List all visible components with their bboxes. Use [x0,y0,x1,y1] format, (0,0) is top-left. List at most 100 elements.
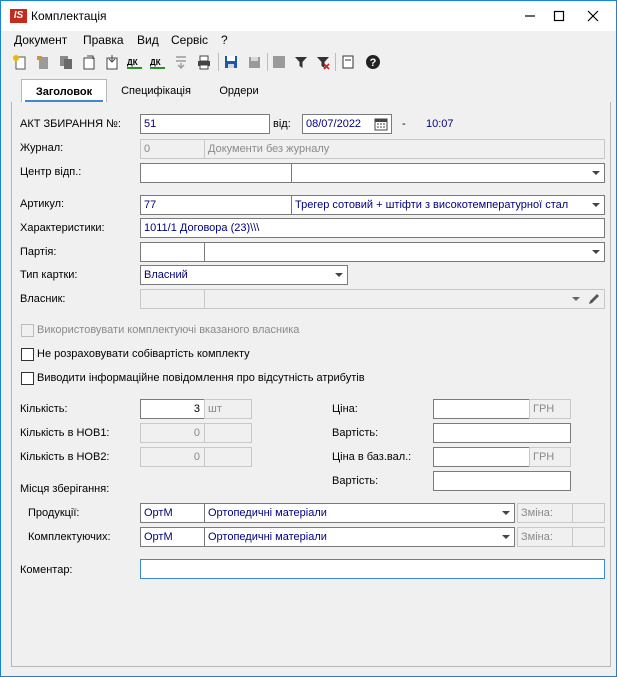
maximize-button[interactable] [546,1,572,31]
no-cost-calc-checkbox[interactable] [21,348,34,361]
filter-icon[interactable] [291,52,311,72]
gray-square-icon[interactable] [269,52,289,72]
chevron-down-icon[interactable] [335,273,343,277]
edit-icon[interactable] [33,52,53,72]
copy-icon[interactable] [56,52,76,72]
card-type-value: Власний [144,269,188,281]
menu-view[interactable]: Вид [137,33,159,47]
article-name-select[interactable]: Трегер сотовий + штіфти з високотемперат… [291,195,605,215]
article-code-input[interactable]: 77 [140,195,292,215]
products-storage-label: Продукції: [28,507,80,519]
print-icon[interactable] [194,52,214,72]
quantity-label: Кількість: [20,403,68,415]
menu-service[interactable]: Сервіс [171,33,208,47]
price-base-input[interactable] [433,447,530,467]
price-label: Ціна: [332,403,358,415]
chevron-down-icon[interactable] [502,535,510,539]
quantity-nov1-field: 0 [140,423,205,443]
comment-input[interactable] [140,559,605,579]
quantity-nov1-label: Кількість в НОВ1: [20,427,110,439]
minimize-button[interactable] [517,1,543,31]
pencil-icon[interactable] [587,292,601,308]
components-storage-select[interactable]: Ортопедичні матеріали [204,527,515,547]
batch-label: Партія: [20,246,57,258]
card-type-select[interactable]: Власний [140,265,348,285]
menu-help[interactable]: ? [221,33,228,47]
svg-text:?: ? [370,57,377,69]
journal-label: Журнал: [20,142,64,154]
clone-icon[interactable] [79,52,99,72]
help-icon[interactable]: ? [363,52,383,72]
save-all-icon[interactable] [244,52,264,72]
time-value: 10:07 [426,118,454,130]
quantity-unit-field: шт [204,399,252,419]
chevron-down-icon[interactable] [592,203,600,207]
storage-label: Місця зберігання: [20,483,110,495]
characteristics-input[interactable]: 1011/1 Договора (23)\\\ [140,218,605,238]
batch-code-input[interactable] [140,242,205,262]
date-value: 08/07/2022 [306,118,362,130]
use-owner-components-label: Використовувати комплектуючі вказаного в… [37,324,300,336]
clear-filter-icon[interactable] [313,52,333,72]
components-storage-label: Комплектуючих: [28,531,111,543]
chevron-down-icon [572,297,580,301]
act-number-input[interactable]: 51 [140,114,270,134]
price-input[interactable] [433,399,530,419]
toolbar-separator [335,53,336,71]
article-name-value: Трегер сотовий + штіфти з високотемперат… [295,199,569,211]
menu-bar: Документ Правка Вид Сервіс ? [1,31,616,50]
use-owner-components-checkbox[interactable] [21,324,34,337]
close-button[interactable] [580,1,606,31]
minimize-icon [525,15,535,17]
show-info-message-checkbox[interactable] [21,372,34,385]
products-change-field [572,503,605,523]
cost-label: Вартість: [332,427,379,439]
add-document-icon[interactable] [10,52,30,72]
cost-base-input[interactable] [433,471,571,491]
import-icon[interactable] [102,52,122,72]
date-from-label: від: [273,118,291,130]
toolbar-separator [218,53,219,71]
components-storage-code-input[interactable]: ОртМ [140,527,205,547]
date-input[interactable]: 08/07/2022 [302,114,392,134]
chevron-down-icon[interactable] [502,511,510,515]
header-panel: АКТ ЗБИРАННЯ №: 51 від: 08/07/2022 - 10:… [11,102,611,667]
products-storage-select[interactable]: Ортопедичні матеріали [204,503,515,523]
window-title: Комплектація [31,9,107,23]
dk-down-icon[interactable]: ДК [148,52,168,72]
quantity-input[interactable]: 3 [140,399,205,419]
owner-code-field [140,289,205,309]
title-bar: IS Комплектація [1,1,616,31]
menu-edit[interactable]: Правка [83,33,124,47]
save-icon[interactable] [221,52,241,72]
calendar-icon[interactable] [374,117,388,133]
chevron-down-icon[interactable] [592,171,600,175]
menu-document[interactable]: Документ [14,33,67,47]
components-change-label: Зміна: [517,527,573,547]
cost-input[interactable] [433,423,571,443]
toolbar: ДК ДК ? [1,50,616,74]
products-storage-name: Ортопедичні матеріали [208,507,327,519]
batch-name-select[interactable] [204,242,605,262]
tab-bar: Заголовок Специфікація Ордери [11,79,611,103]
price-base-label: Ціна в баз.вал.: [332,451,412,463]
app-logo-icon: IS [10,9,27,23]
tab-orders[interactable]: Ордери [206,79,272,103]
act-number-label: АКТ ЗБИРАННЯ №: [20,118,121,130]
page-icon[interactable] [338,52,358,72]
products-storage-code-input[interactable]: ОртМ [140,503,205,523]
components-storage-name: Ортопедичні матеріали [208,531,327,543]
svg-text:ДК: ДК [150,58,161,67]
quantity-nov1-unit-field [204,423,252,443]
center-name-select[interactable] [291,163,605,183]
split-icon[interactable] [171,52,191,72]
owner-label: Власник: [20,293,66,305]
chevron-down-icon[interactable] [592,250,600,254]
close-icon [587,10,599,22]
tab-header[interactable]: Заголовок [21,79,107,103]
tab-header-label: Заголовок [35,86,93,98]
show-info-message-label: Виводити інформаційне повідомлення про в… [37,372,365,384]
tab-specification[interactable]: Специфікація [111,79,201,103]
center-code-input[interactable] [140,163,292,183]
dk-up-icon[interactable]: ДК [125,52,145,72]
